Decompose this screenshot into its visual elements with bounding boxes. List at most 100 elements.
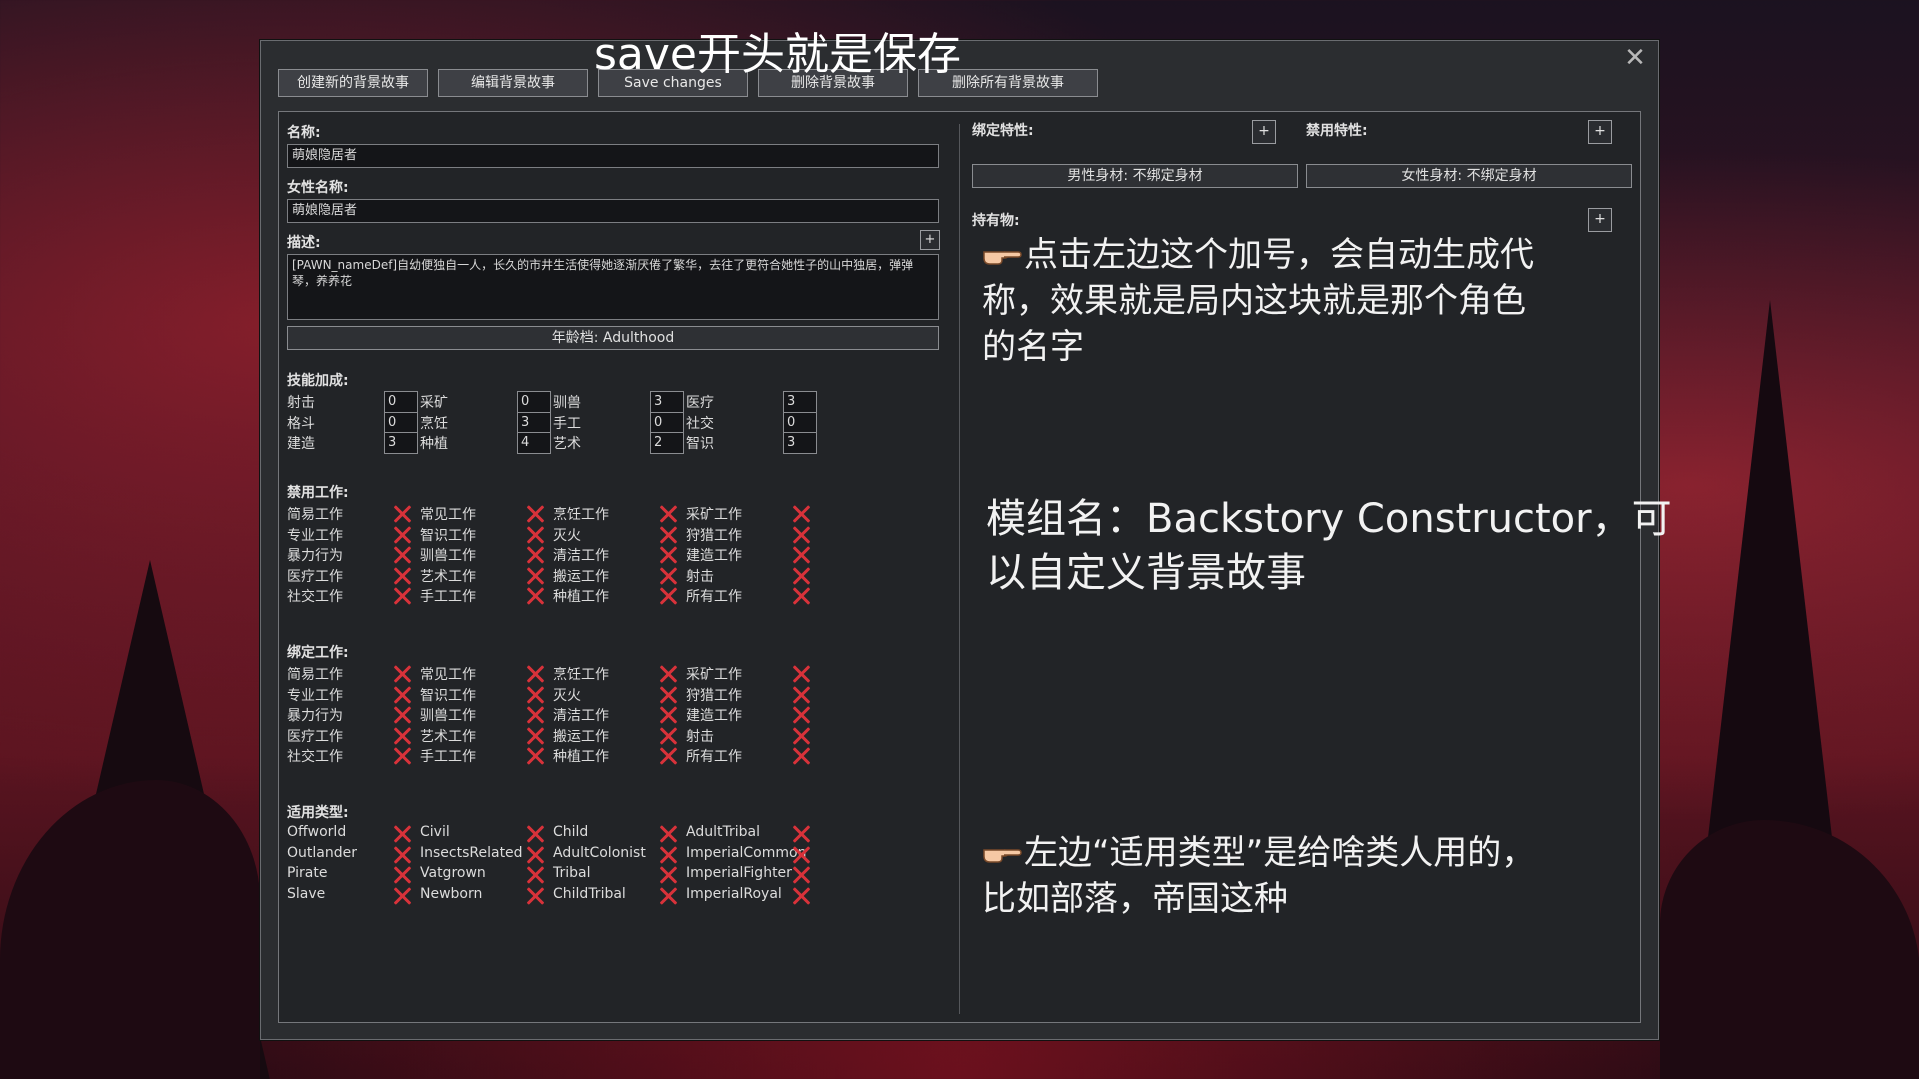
x-mark-icon[interactable] [392,504,412,524]
x-mark-icon[interactable] [392,824,412,844]
female-name-field[interactable]: 萌娘隐居者 [287,199,939,223]
x-mark-icon[interactable] [392,845,412,865]
spawn-category-item-label: ImperialFighter [686,865,792,881]
description-plus-button[interactable]: + [920,230,940,250]
x-mark-icon[interactable] [791,586,811,606]
disabled-work-item-label: 所有工作 [686,589,742,605]
x-mark-icon[interactable] [791,545,811,565]
skill-value-input[interactable]: 0 [384,391,418,413]
x-mark-icon[interactable] [525,586,545,606]
x-mark-icon[interactable] [658,525,678,545]
x-mark-icon[interactable] [791,845,811,865]
x-mark-icon[interactable] [791,746,811,766]
x-mark-icon[interactable] [658,586,678,606]
x-mark-icon[interactable] [791,504,811,524]
x-mark-icon[interactable] [791,664,811,684]
x-mark-icon[interactable] [392,705,412,725]
skill-value-input[interactable]: 0 [650,411,684,434]
x-mark-icon[interactable] [525,545,545,565]
skill-name: 智识 [686,436,714,452]
close-icon[interactable]: ✕ [1622,45,1648,71]
x-mark-icon[interactable] [658,865,678,885]
skill-value-input[interactable]: 0 [517,391,551,413]
x-mark-icon[interactable] [658,705,678,725]
x-mark-icon[interactable] [791,705,811,725]
add-possession-button[interactable]: + [1588,208,1612,232]
x-mark-icon[interactable] [658,746,678,766]
description-label: 描述: [287,235,321,251]
skill-value-input[interactable]: 0 [384,411,418,434]
annotation-mod-name: 模组名：Backstory Constructor，可 以自定义背景故事 [986,492,1706,600]
x-mark-icon[interactable] [525,566,545,586]
add-disallowed-trait-button[interactable]: + [1588,120,1612,144]
x-mark-icon[interactable] [525,746,545,766]
x-mark-icon[interactable] [392,746,412,766]
required-work-item-label: 暴力行为 [287,708,343,724]
x-mark-icon[interactable] [392,525,412,545]
name-field[interactable]: 萌娘隐居者 [287,144,939,168]
disabled-work-item-label: 智识工作 [420,527,476,544]
x-mark-icon[interactable] [658,886,678,906]
x-mark-icon[interactable] [392,545,412,565]
add-forced-trait-button[interactable]: + [1252,120,1276,144]
required-work-item-label: 专业工作 [287,687,343,704]
x-mark-icon[interactable] [525,685,545,705]
x-mark-icon[interactable] [791,525,811,545]
x-mark-icon[interactable] [658,726,678,746]
required-work-item-label: 种植工作 [553,749,609,765]
create-backstory-button[interactable]: 创建新的背景故事 [278,69,428,97]
x-mark-icon[interactable] [525,726,545,746]
x-mark-icon[interactable] [658,824,678,844]
x-mark-icon[interactable] [525,845,545,865]
spawn-category-item-label: Pirate [287,865,328,881]
x-mark-icon[interactable] [392,886,412,906]
skill-value-input[interactable]: 3 [517,411,551,434]
x-mark-icon[interactable] [525,525,545,545]
x-mark-icon[interactable] [392,726,412,746]
x-mark-icon[interactable] [392,586,412,606]
x-mark-icon[interactable] [525,824,545,844]
female-body-button[interactable]: 女性身材: 不绑定身材 [1306,164,1632,188]
description-field[interactable]: [PAWN_nameDef]自幼便独自一人，长久的市井生活使得她逐渐厌倦了繁华，… [287,254,939,320]
x-mark-icon[interactable] [791,886,811,906]
skill-value-input[interactable]: 0 [783,411,817,434]
name-label: 名称: [287,125,321,141]
disabled-work-label: 禁用工作: [287,485,349,501]
x-mark-icon[interactable] [658,685,678,705]
x-mark-icon[interactable] [392,566,412,586]
required-work-item-label: 烹饪工作 [553,667,609,683]
x-mark-icon[interactable] [392,664,412,684]
skill-name: 社交 [686,415,714,432]
edit-backstory-button[interactable]: 编辑背景故事 [438,69,588,97]
x-mark-icon[interactable] [392,685,412,705]
x-mark-icon[interactable] [791,726,811,746]
skill-value-input[interactable]: 4 [517,432,551,454]
spawn-categories-label: 适用类型: [287,805,349,821]
x-mark-icon[interactable] [525,504,545,524]
x-mark-icon[interactable] [658,845,678,865]
male-body-button[interactable]: 男性身材: 不绑定身材 [972,164,1298,188]
age-stage-button[interactable]: 年龄档: Adulthood [287,326,939,350]
x-mark-icon[interactable] [525,705,545,725]
x-mark-icon[interactable] [525,865,545,885]
x-mark-icon[interactable] [525,886,545,906]
x-mark-icon[interactable] [791,824,811,844]
x-mark-icon[interactable] [658,545,678,565]
skill-value-input[interactable]: 2 [650,432,684,454]
x-mark-icon[interactable] [658,566,678,586]
x-mark-icon[interactable] [658,664,678,684]
skill-value-input[interactable]: 3 [783,391,817,413]
skill-value-input[interactable]: 3 [783,432,817,454]
spawn-category-item-label: Tribal [553,865,591,881]
x-mark-icon[interactable] [392,865,412,885]
skill-name: 艺术 [553,436,581,452]
required-work-item-label: 驯兽工作 [420,708,476,724]
x-mark-icon[interactable] [791,865,811,885]
x-mark-icon[interactable] [791,685,811,705]
x-mark-icon[interactable] [525,664,545,684]
x-mark-icon[interactable] [791,566,811,586]
skill-value-input[interactable]: 3 [650,391,684,413]
required-work-item-label: 常见工作 [420,667,476,683]
x-mark-icon[interactable] [658,504,678,524]
skill-value-input[interactable]: 3 [384,432,418,454]
